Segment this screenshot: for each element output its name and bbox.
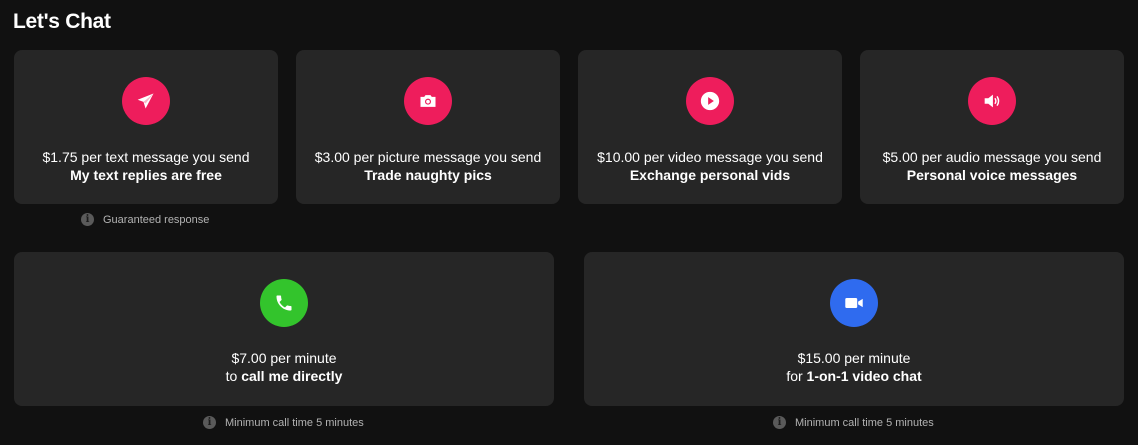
video-minimum-note: i Minimum call time 5 minutes xyxy=(773,416,934,429)
video-chat-price: $15.00 per minute xyxy=(797,350,911,366)
video-message-option[interactable]: $10.00 per video message you send Exchan… xyxy=(578,50,842,204)
guaranteed-response-note: i Guaranteed response xyxy=(81,213,209,226)
video-chat-option[interactable]: $15.00 per minute for 1-on-1 video chat xyxy=(584,252,1124,406)
text-message-detail: My text replies are free xyxy=(70,167,222,183)
audio-message-option[interactable]: $5.00 per audio message you send Persona… xyxy=(860,50,1124,204)
phone-call-detail: to call me directly xyxy=(226,367,343,385)
video-message-price: $10.00 per video message you send xyxy=(597,149,823,165)
video-message-detail: Exchange personal vids xyxy=(629,167,791,183)
text-message-price: $1.75 per text message you send xyxy=(42,149,250,165)
phone-call-detail-text: call me directly xyxy=(241,368,343,384)
phone-call-option[interactable]: $7.00 per minute to call me directly xyxy=(14,252,554,406)
audio-message-detail: Personal voice messages xyxy=(906,167,1078,183)
picture-message-detail: Trade naughty pics xyxy=(364,167,492,183)
picture-message-option[interactable]: $3.00 per picture message you send Trade… xyxy=(296,50,560,204)
video-chat-detail: for 1-on-1 video chat xyxy=(786,367,921,385)
text-message-option[interactable]: $1.75 per text message you send My text … xyxy=(14,50,278,204)
section-title: Let's Chat xyxy=(13,10,111,33)
info-icon: i xyxy=(773,416,786,429)
audio-message-price: $5.00 per audio message you send xyxy=(882,149,1102,165)
info-icon: i xyxy=(203,416,216,429)
speaker-icon xyxy=(968,77,1016,125)
paper-plane-icon xyxy=(122,77,170,125)
phone-call-price: $7.00 per minute xyxy=(231,350,337,366)
camera-icon xyxy=(404,77,452,125)
picture-message-price: $3.00 per picture message you send xyxy=(314,149,542,165)
video-camera-icon xyxy=(830,279,878,327)
guaranteed-response-text: Guaranteed response xyxy=(103,213,210,226)
lets-chat-page: Let's Chat $1.75 per text message you se… xyxy=(0,0,1138,445)
video-chat-prefix: for xyxy=(786,368,807,384)
play-icon xyxy=(686,77,734,125)
video-minimum-text: Minimum call time 5 minutes xyxy=(795,416,934,429)
phone-minimum-note: i Minimum call time 5 minutes xyxy=(203,416,364,429)
video-chat-detail-text: 1-on-1 video chat xyxy=(806,368,922,384)
phone-minimum-text: Minimum call time 5 minutes xyxy=(225,416,364,429)
info-icon: i xyxy=(81,213,94,226)
phone-icon xyxy=(260,279,308,327)
phone-call-prefix: to xyxy=(225,368,242,384)
